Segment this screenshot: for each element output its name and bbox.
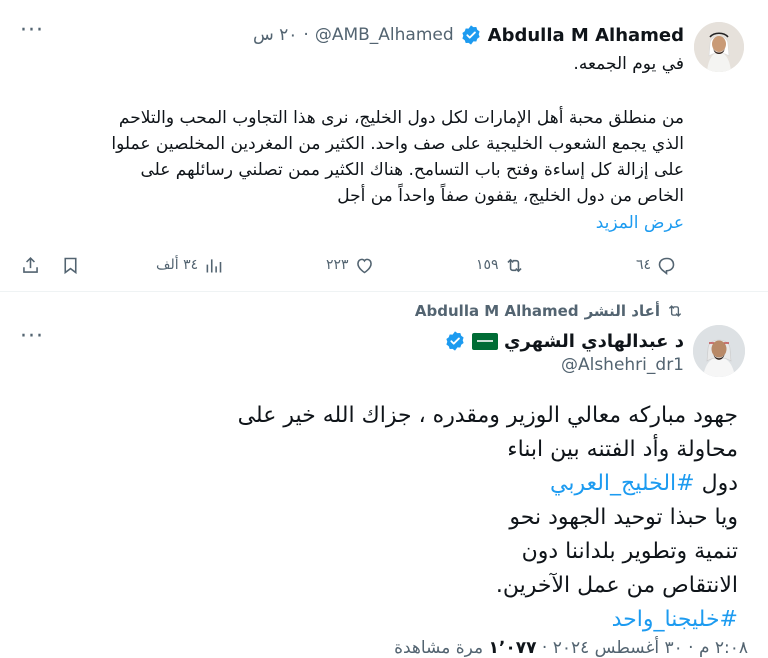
verified-badge-icon[interactable] xyxy=(460,24,482,46)
tweet-text-line: ويا حبذا توحيد الجهود نحو xyxy=(509,501,738,535)
share-button[interactable] xyxy=(20,248,41,282)
retweet-verb: أعاد النشر xyxy=(584,302,660,320)
tweet-card[interactable]: ··· Abdulla M Alhamed @AMB_Alhamed · ٢٠ … xyxy=(0,0,768,292)
author-handle[interactable]: @Alshehri_dr1 xyxy=(561,355,684,375)
tweet-text-line: على إزالة كل إساءة وفتح باب التسامح. هنا… xyxy=(140,160,684,180)
hashtag-link[interactable]: #خليجنا_واحد xyxy=(612,607,738,632)
tweet-text: دول xyxy=(694,471,738,496)
author-name[interactable]: Abdulla M Alhamed xyxy=(488,25,684,46)
author-avatar[interactable] xyxy=(693,325,745,377)
retweet-notice: أعاد النشر Abdulla M Alhamed xyxy=(415,302,684,320)
avatar-image xyxy=(694,22,744,72)
like-count: ٢٢٣ xyxy=(326,257,349,273)
tweet-text-line: دول #الخليج_العربي xyxy=(550,467,738,501)
retweet-icon xyxy=(668,305,682,317)
tweet-text-line: تنمية وتطوير بلداننا دون xyxy=(522,535,738,569)
more-options-icon[interactable]: ··· xyxy=(18,326,46,350)
views-count: ٣٤ ألف xyxy=(156,257,199,273)
views-button[interactable]: ٣٤ ألف xyxy=(156,248,224,282)
reply-button[interactable]: ٦٤ xyxy=(636,248,677,282)
tweet-text-line: جهود مباركه معالي الوزير ومقدره ، جزاك ا… xyxy=(238,399,738,433)
retweeter-name[interactable]: Abdulla M Alhamed xyxy=(415,302,579,320)
retweet-count: ١٥٩ xyxy=(476,257,499,273)
reply-icon xyxy=(658,257,675,275)
tweet-timestamp[interactable]: ٢:٠٨ م · ٣٠ أغسطس ٢٠٢٤ · xyxy=(542,638,748,658)
reply-count: ٦٤ xyxy=(636,257,652,273)
tweet-text: جهود مباركه معالي الوزير ومقدره ، جزاك ا… xyxy=(237,403,738,428)
tweet-text: تنمية وتطوير بلداننا دون xyxy=(521,539,738,564)
tweet-text-line: الخاص من دول الخليج، يقفون صفاً واحداً م… xyxy=(337,186,684,206)
views-label: مرة مشاهدة xyxy=(394,638,484,658)
like-button[interactable]: ٢٢٣ xyxy=(326,248,375,282)
show-more-link[interactable]: عرض المزيد xyxy=(596,211,684,236)
bookmark-button[interactable] xyxy=(60,248,81,282)
author-handle[interactable]: @AMB_Alhamed xyxy=(315,25,454,45)
avatar-image xyxy=(693,325,745,377)
tweet-header: د عبدالهادي الشهري xyxy=(444,328,684,354)
tweet-text-line: الذي يجمع الشعوب الخليجية على صف واحد. ا… xyxy=(111,134,684,154)
hashtag-link[interactable]: #الخليج_العربي xyxy=(550,471,695,496)
verified-badge-icon[interactable] xyxy=(444,330,466,352)
saudi-flag-icon xyxy=(472,332,499,350)
tweet-meta: ٢:٠٨ م · ٣٠ أغسطس ٢٠٢٤ · ١٬٠٧٧ مرة مشاهد… xyxy=(394,638,748,658)
bookmark-icon xyxy=(64,257,77,274)
tweet-header: Abdulla M Alhamed @AMB_Alhamed · ٢٠ س xyxy=(253,22,684,48)
views-count: ١٬٠٧٧ xyxy=(488,638,537,658)
views-icon xyxy=(206,258,222,272)
tweet-text-line: محاولة وأد الفتنه بين ابناء xyxy=(507,433,738,467)
retweet-button[interactable]: ١٥٩ xyxy=(476,248,525,282)
tweet-actions: ٦٤ ١٥٩ ٢٢٣ ٣٤ ألف xyxy=(0,248,768,282)
tweet-text: محاولة وأد الفتنه بين ابناء xyxy=(507,437,738,462)
tweet-time[interactable]: ٢٠ س xyxy=(253,25,297,45)
tweet-text-line: #خليجنا_واحد xyxy=(612,603,738,637)
tweet-text-line: من منطلق محبة أهل الإمارات لكل دول الخلي… xyxy=(118,108,684,128)
retweet-icon xyxy=(506,258,522,272)
author-name[interactable]: د عبدالهادي الشهري xyxy=(504,331,684,352)
like-icon xyxy=(356,258,372,273)
tweet-text: ويا حبذا توحيد الجهود نحو xyxy=(509,505,738,530)
share-icon xyxy=(23,256,38,273)
separator-dot: · xyxy=(303,25,309,45)
tweet-text-line: في يوم الجمعه. xyxy=(573,54,684,74)
tweet-text-line: الانتقاص من عمل الآخرين. xyxy=(496,569,738,603)
more-options-icon[interactable]: ··· xyxy=(18,20,46,44)
tweet-text: الانتقاص من عمل الآخرين. xyxy=(495,573,738,598)
author-avatar[interactable] xyxy=(694,22,744,72)
